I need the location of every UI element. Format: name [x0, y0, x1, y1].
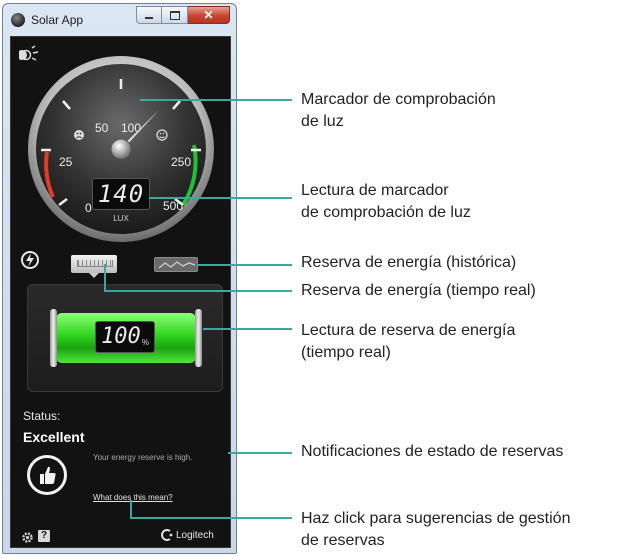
callout-line-text: de luz — [301, 113, 344, 130]
window-controls: ✕ — [136, 6, 230, 24]
reserve-unit: % — [141, 337, 149, 347]
battery-right-cap — [195, 309, 202, 367]
what-does-this-mean-link[interactable]: What does this mean? — [93, 493, 173, 502]
callout-line-help — [130, 517, 292, 519]
callout-line-text: Reserva de energía (histórica) — [301, 254, 517, 271]
callout-line-text: Haz click para sugerencias de gestión — [301, 510, 571, 527]
gauge-tick-label: 0 — [85, 201, 92, 215]
callout-reserve-reading: Lectura de reserva de energía (tiempo re… — [301, 320, 515, 364]
minimize-button[interactable] — [136, 6, 162, 24]
callout-line-text: de reservas — [301, 532, 385, 549]
callout-help-link: Haz click para sugerencias de gestión de… — [301, 508, 570, 552]
callout-line-realtime — [104, 290, 292, 292]
logitech-mark-icon — [161, 529, 173, 541]
thumbs-up-glyph — [40, 466, 56, 484]
battery-panel: 100 % — [27, 284, 223, 392]
realtime-reserve-button[interactable] — [71, 255, 117, 278]
callout-line-text: Marcador de comprobación — [301, 91, 496, 108]
selected-pointer-icon — [89, 273, 99, 278]
lux-unit: LUX — [113, 214, 129, 223]
solar-app-window: Solar App ✕ 50 100 25 250 0 500 140 LUX … — [2, 3, 237, 554]
callout-line-gauge — [140, 99, 292, 101]
status-label: Status: — [23, 409, 61, 423]
brand-name: Logitech — [176, 529, 214, 541]
maximize-icon — [169, 10, 180, 20]
gear-icon[interactable] — [21, 531, 34, 544]
callout-line-text: Lectura de marcador — [301, 182, 449, 199]
callout-reserve-historic: Reserva de energía (histórica) — [301, 252, 516, 274]
logitech-logo: Logitech — [161, 529, 214, 541]
gauge-hub — [110, 138, 132, 160]
gauge-tick-label: 100 — [121, 121, 141, 135]
solar-app-icon — [11, 13, 25, 27]
callout-line-historic — [197, 264, 292, 266]
battery-left-cap — [50, 309, 57, 367]
history-graph-icon — [158, 261, 196, 269]
status-value: Excellent — [23, 429, 85, 445]
window-title: Solar App — [31, 13, 84, 27]
close-icon: ✕ — [203, 8, 214, 22]
help-icon[interactable]: ? — [38, 530, 50, 542]
gauge-tick-label: 50 — [95, 121, 109, 135]
gauge-tick-label: 250 — [171, 155, 191, 169]
callout-line-notifications — [228, 452, 292, 454]
realtime-scale-icon — [77, 260, 113, 267]
callout-line-reserve-reading — [203, 328, 292, 330]
close-button[interactable]: ✕ — [188, 6, 230, 24]
gauge-tick-label: 500 — [163, 199, 183, 213]
callout-line-text: Lectura de reserva de energía — [301, 322, 516, 339]
gauge-tick-label: 25 — [59, 155, 73, 169]
reserve-reading-display: 100 % — [95, 321, 155, 353]
callout-light-gauge: Marcador de comprobación de luz — [301, 89, 496, 133]
callout-status-notifications: Notificaciones de estado de reservas — [301, 441, 563, 463]
energy-reserve-icon — [21, 251, 39, 269]
callout-line-lux-reading — [149, 197, 292, 199]
lux-reading-display: 140 — [92, 178, 150, 210]
thumbs-up-icon — [27, 455, 67, 495]
callout-line-text: (tiempo real) — [301, 344, 391, 361]
title-bar[interactable]: Solar App ✕ — [3, 4, 236, 34]
reserve-reading: 100 — [101, 324, 141, 349]
callout-line-text: Reserva de energía (tiempo real) — [301, 282, 536, 299]
callout-line-realtime-vertical — [104, 264, 106, 290]
historic-reserve-button[interactable] — [154, 257, 198, 272]
minimize-icon — [145, 17, 153, 19]
lux-reading: 140 — [97, 180, 145, 208]
callout-reserve-realtime: Reserva de energía (tiempo real) — [301, 280, 536, 302]
callout-light-reading: Lectura de marcador de comprobación de l… — [301, 180, 471, 224]
maximize-button[interactable] — [162, 6, 188, 24]
callout-line-text: Notificaciones de estado de reservas — [301, 443, 564, 460]
app-panel: 50 100 25 250 0 500 140 LUX 100 % Status… — [10, 36, 231, 548]
battery-level-bar: 100 % — [50, 309, 202, 367]
callout-line-help-vertical — [130, 500, 132, 518]
callout-line-text: de comprobación de luz — [301, 204, 471, 221]
status-message: Your energy reserve is high. — [93, 453, 193, 462]
sad-face-icon — [74, 130, 84, 140]
